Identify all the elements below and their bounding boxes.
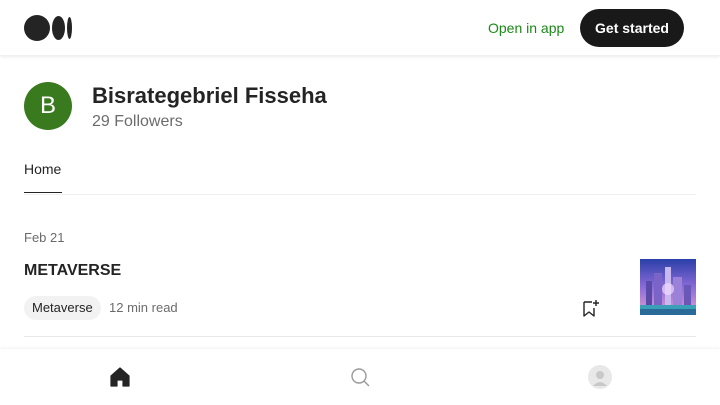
bottom-nav	[0, 349, 720, 405]
read-time: 12 min read	[109, 300, 178, 315]
tab-home[interactable]: Home	[24, 161, 62, 193]
bookmark-add-icon[interactable]	[580, 298, 600, 318]
post-tag[interactable]: Metaverse	[24, 296, 101, 320]
profile-icon[interactable]	[588, 365, 612, 389]
search-icon[interactable]	[348, 365, 372, 389]
followers-count[interactable]: 29 Followers	[92, 112, 183, 132]
get-started-button[interactable]: Get started	[580, 9, 684, 47]
home-icon[interactable]	[108, 365, 132, 389]
top-bar: Open in app Get started	[0, 0, 720, 56]
author-name[interactable]: Bisrategebriel Fisseha	[92, 82, 327, 110]
list-item[interactable]: Feb 21 METAVERSE Metaverse 12 min read	[24, 214, 696, 337]
medium-logo-icon[interactable]	[24, 15, 72, 41]
post-thumbnail[interactable]	[640, 259, 696, 315]
avatar[interactable]: B	[24, 82, 72, 130]
post-title[interactable]: METAVERSE	[24, 261, 121, 281]
open-in-app-link[interactable]: Open in app	[488, 20, 564, 37]
profile-tabs: Home	[24, 150, 696, 195]
post-date: Feb 21	[24, 230, 65, 245]
